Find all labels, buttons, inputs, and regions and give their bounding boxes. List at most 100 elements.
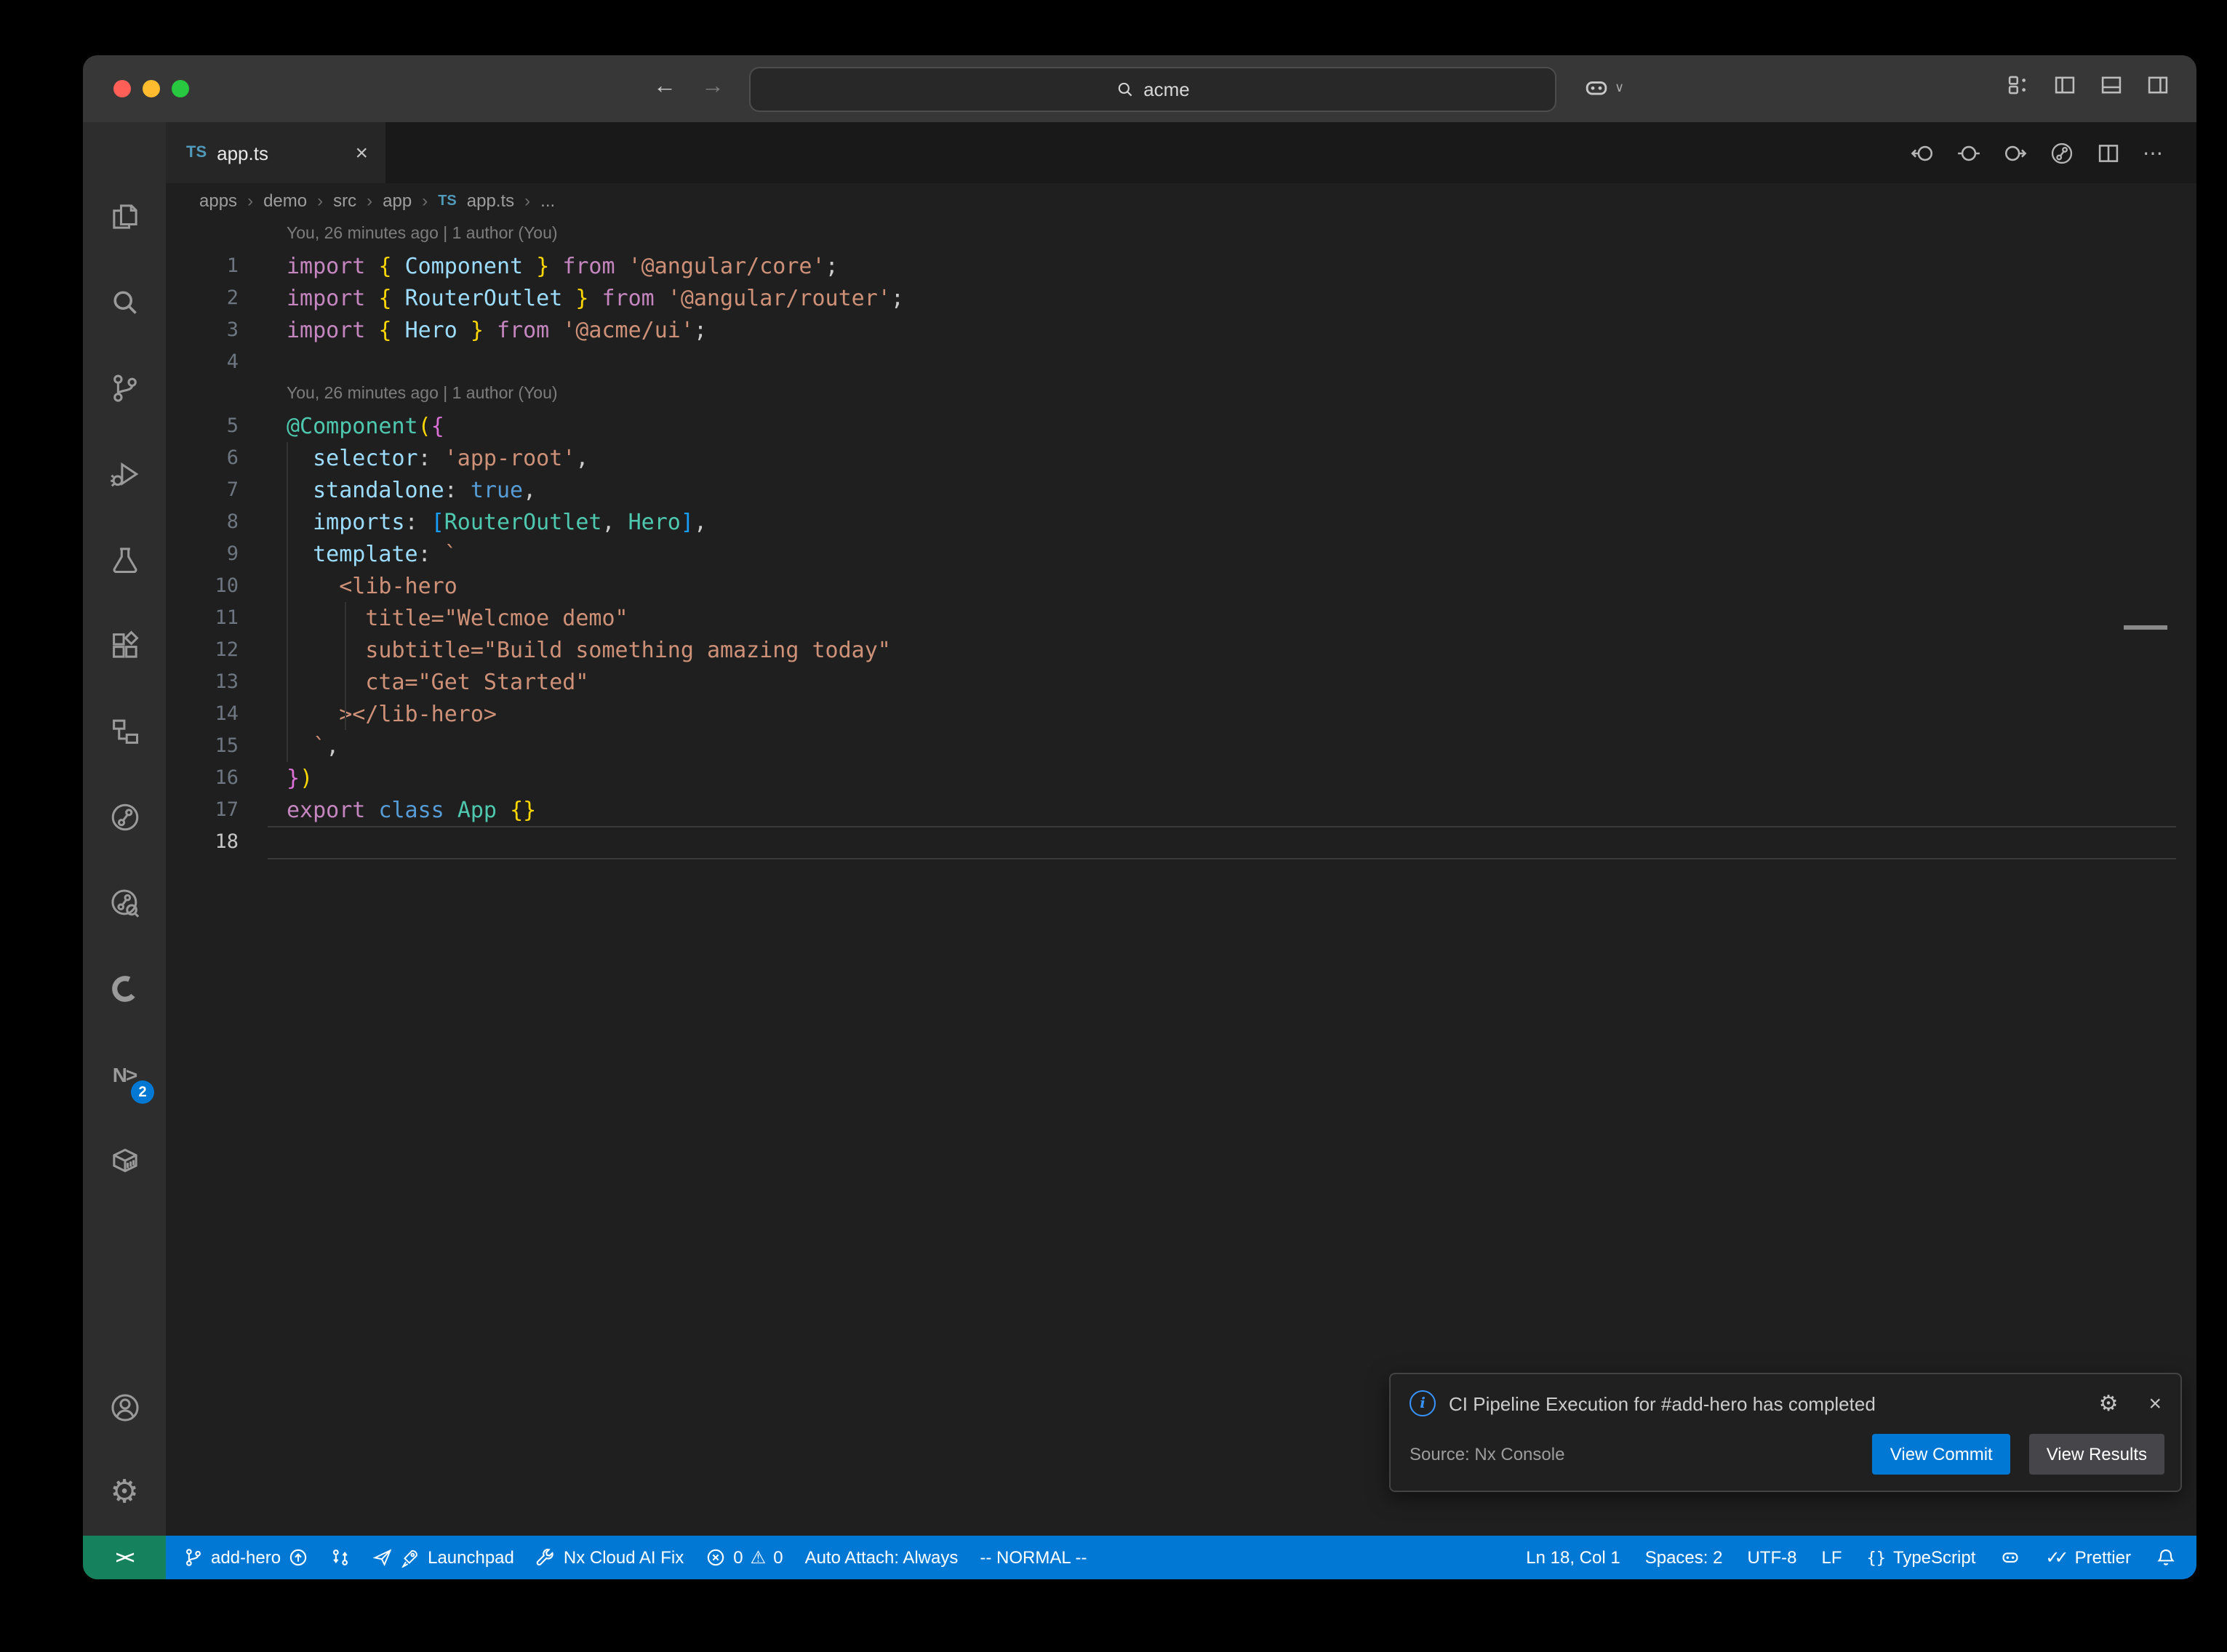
breadcrumb-item[interactable]: demo [263, 191, 307, 211]
title-bar[interactable]: ← → acme ∨ [83, 55, 2196, 122]
code-line[interactable]: 11 title="Welcmoe demo" [166, 602, 2196, 634]
close-tab-icon[interactable]: × [355, 142, 368, 164]
history-back-button[interactable]: ← [653, 71, 676, 103]
command-center-search[interactable]: acme [749, 67, 1556, 112]
status-language-mode[interactable]: {} TypeScript [1867, 1547, 1976, 1568]
code-line[interactable]: 9 template: ` [166, 538, 2196, 570]
status-vim-mode[interactable]: -- NORMAL -- [980, 1547, 1087, 1568]
code-line[interactable]: 13 cta="Get Started" [166, 666, 2196, 698]
history-forward-button[interactable]: → [701, 71, 724, 103]
activity-project-graph[interactable] [83, 688, 166, 774]
line-number[interactable]: 3 [166, 318, 239, 342]
line-number[interactable]: 1 [166, 254, 239, 278]
activity-extensions[interactable] [83, 602, 166, 688]
status-problems[interactable]: 0 ⚠ 0 [705, 1547, 783, 1568]
line-number[interactable]: 12 [166, 638, 239, 662]
line-number[interactable]: 10 [166, 574, 239, 598]
line-number[interactable]: 16 [166, 766, 239, 790]
line-number[interactable]: 4 [166, 350, 239, 374]
send-icon [372, 1547, 393, 1568]
status-copilot[interactable] [2000, 1547, 2020, 1568]
current-change-icon[interactable] [1956, 140, 1981, 165]
notification-close-icon[interactable]: × [2148, 1391, 2162, 1416]
breadcrumb-item[interactable]: src [333, 191, 356, 211]
status-launchpad[interactable]: Launchpad [372, 1547, 514, 1568]
status-indentation[interactable]: Spaces: 2 [1645, 1547, 1723, 1568]
line-number[interactable]: 13 [166, 670, 239, 694]
tab-app-ts[interactable]: TS app.ts × [166, 122, 385, 183]
code-line[interactable]: 3import { Hero } from '@acme/ui'; [166, 314, 2196, 346]
line-number[interactable]: 11 [166, 606, 239, 630]
next-change-icon[interactable] [2003, 140, 2028, 165]
toggle-primary-sidebar-icon[interactable] [2052, 73, 2077, 97]
previous-change-icon[interactable] [1910, 140, 1935, 165]
code-line[interactable]: 16}) [166, 762, 2196, 794]
code-line[interactable]: 7 standalone: true, [166, 474, 2196, 506]
code-editor[interactable]: You, 26 minutes ago | 1 author (You)1imp… [166, 218, 2196, 1536]
code-line[interactable]: 8 imports: [RouterOutlet, Hero], [166, 506, 2196, 538]
error-count: 0 [733, 1547, 743, 1568]
code-line[interactable]: 17export class App {} [166, 794, 2196, 826]
minimize-window-button[interactable] [143, 80, 160, 97]
breadcrumb-item-file[interactable]: app.ts [467, 191, 514, 211]
view-commit-button[interactable]: View Commit [1873, 1434, 2010, 1475]
breadcrumb-tail[interactable]: ... [540, 191, 555, 211]
copilot-menu[interactable]: ∨ [1583, 74, 1624, 102]
toggle-secondary-sidebar-icon[interactable] [2146, 73, 2170, 97]
activity-explorer[interactable] [83, 173, 166, 259]
code-line[interactable]: 5@Component({ [166, 410, 2196, 442]
activity-gitlens-inspect[interactable] [83, 859, 166, 945]
split-editor-icon[interactable] [2096, 140, 2121, 165]
activity-edge-browser[interactable] [83, 945, 166, 1031]
activity-gitlens[interactable] [83, 774, 166, 859]
line-number[interactable]: 2 [166, 286, 239, 310]
breadcrumb-item[interactable]: app [383, 191, 412, 211]
status-formatter[interactable]: ✓✓ Prettier [2045, 1547, 2131, 1568]
status-eol[interactable]: LF [1821, 1547, 1842, 1568]
breadcrumb[interactable]: apps›demo›src›app›TSapp.ts›... [166, 183, 2196, 218]
breadcrumb-item[interactable]: apps [199, 191, 237, 211]
line-number[interactable]: 6 [166, 446, 239, 470]
code-line[interactable]: 2import { RouterOutlet } from '@angular/… [166, 282, 2196, 314]
close-window-button[interactable] [113, 80, 131, 97]
activity-testing[interactable] [83, 516, 166, 602]
status-encoding[interactable]: UTF-8 [1747, 1547, 1796, 1568]
status-nx-cloud-ai-fix[interactable]: Nx Cloud AI Fix [536, 1547, 684, 1568]
code-line[interactable]: 10 <lib-hero [166, 570, 2196, 602]
accounts-button[interactable] [83, 1364, 166, 1450]
line-number[interactable]: 8 [166, 510, 239, 534]
manage-button[interactable]: ⚙ [83, 1450, 166, 1536]
activity-run-debug[interactable] [83, 430, 166, 516]
activity-nx-console[interactable]: N> 2 [83, 1031, 166, 1117]
code-line[interactable]: 1import { Component } from '@angular/cor… [166, 250, 2196, 282]
status-notifications[interactable] [2156, 1547, 2176, 1568]
code-line[interactable]: 12 subtitle="Build something amazing tod… [166, 634, 2196, 666]
activity-search[interactable] [83, 259, 166, 345]
activity-containers[interactable] [83, 1117, 166, 1203]
line-number[interactable]: 18 [166, 830, 239, 854]
code-line[interactable]: 14 ></lib-hero> [166, 698, 2196, 730]
status-cursor-position[interactable]: Ln 18, Col 1 [1526, 1547, 1620, 1568]
launchpad-label: Launchpad [428, 1547, 514, 1568]
line-number[interactable]: 14 [166, 702, 239, 726]
line-number[interactable]: 15 [166, 734, 239, 758]
line-number[interactable]: 17 [166, 798, 239, 822]
customize-layout-icon[interactable] [2006, 73, 2031, 97]
line-number[interactable]: 7 [166, 478, 239, 502]
toggle-panel-icon[interactable] [2099, 73, 2124, 97]
gitlens-graph-icon[interactable] [2050, 140, 2074, 165]
notification-settings-icon[interactable]: ⚙ [2099, 1390, 2119, 1416]
status-compare[interactable] [330, 1547, 351, 1568]
maximize-window-button[interactable] [172, 80, 189, 97]
code-line[interactable]: 4 [166, 346, 2196, 378]
remote-indicator[interactable]: >< [83, 1536, 166, 1579]
view-results-button[interactable]: View Results [2029, 1434, 2164, 1475]
activity-source-control[interactable] [83, 345, 166, 430]
code-line[interactable]: 6 selector: 'app-root', [166, 442, 2196, 474]
line-number[interactable]: 5 [166, 414, 239, 438]
status-branch[interactable]: add-hero [183, 1547, 308, 1568]
status-auto-attach[interactable]: Auto Attach: Always [805, 1547, 959, 1568]
more-actions-icon[interactable]: ⋯ [2143, 140, 2164, 165]
code-line[interactable]: 15 `, [166, 730, 2196, 762]
line-number[interactable]: 9 [166, 542, 239, 566]
